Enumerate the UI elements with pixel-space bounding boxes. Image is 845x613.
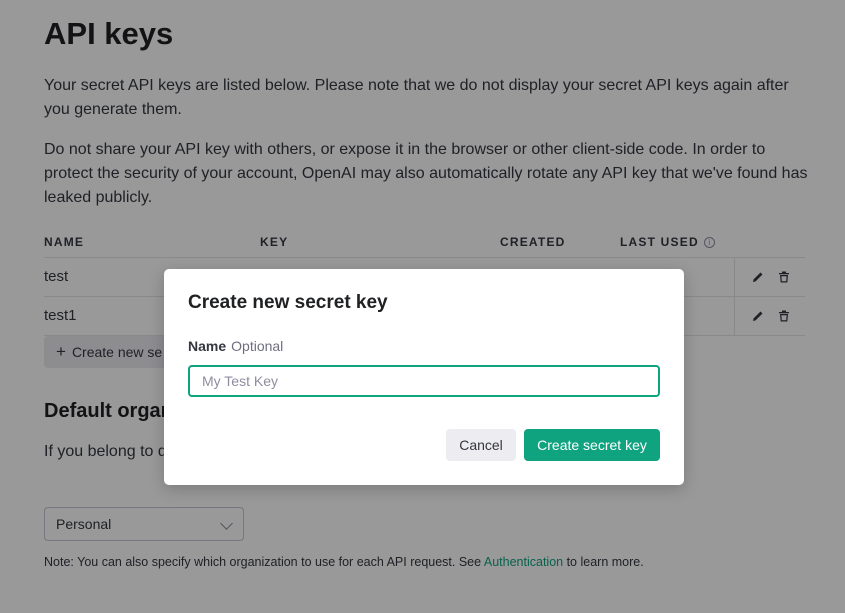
- create-key-modal: Create new secret key NameOptional Cance…: [164, 269, 684, 485]
- key-name-input[interactable]: [188, 365, 660, 397]
- cancel-button[interactable]: Cancel: [446, 429, 516, 461]
- create-secret-key-button[interactable]: Create secret key: [524, 429, 660, 461]
- modal-title: Create new secret key: [188, 292, 388, 313]
- optional-label: Optional: [231, 338, 284, 354]
- name-label: Name: [188, 338, 227, 354]
- name-field-label: Name Optional: [188, 338, 283, 354]
